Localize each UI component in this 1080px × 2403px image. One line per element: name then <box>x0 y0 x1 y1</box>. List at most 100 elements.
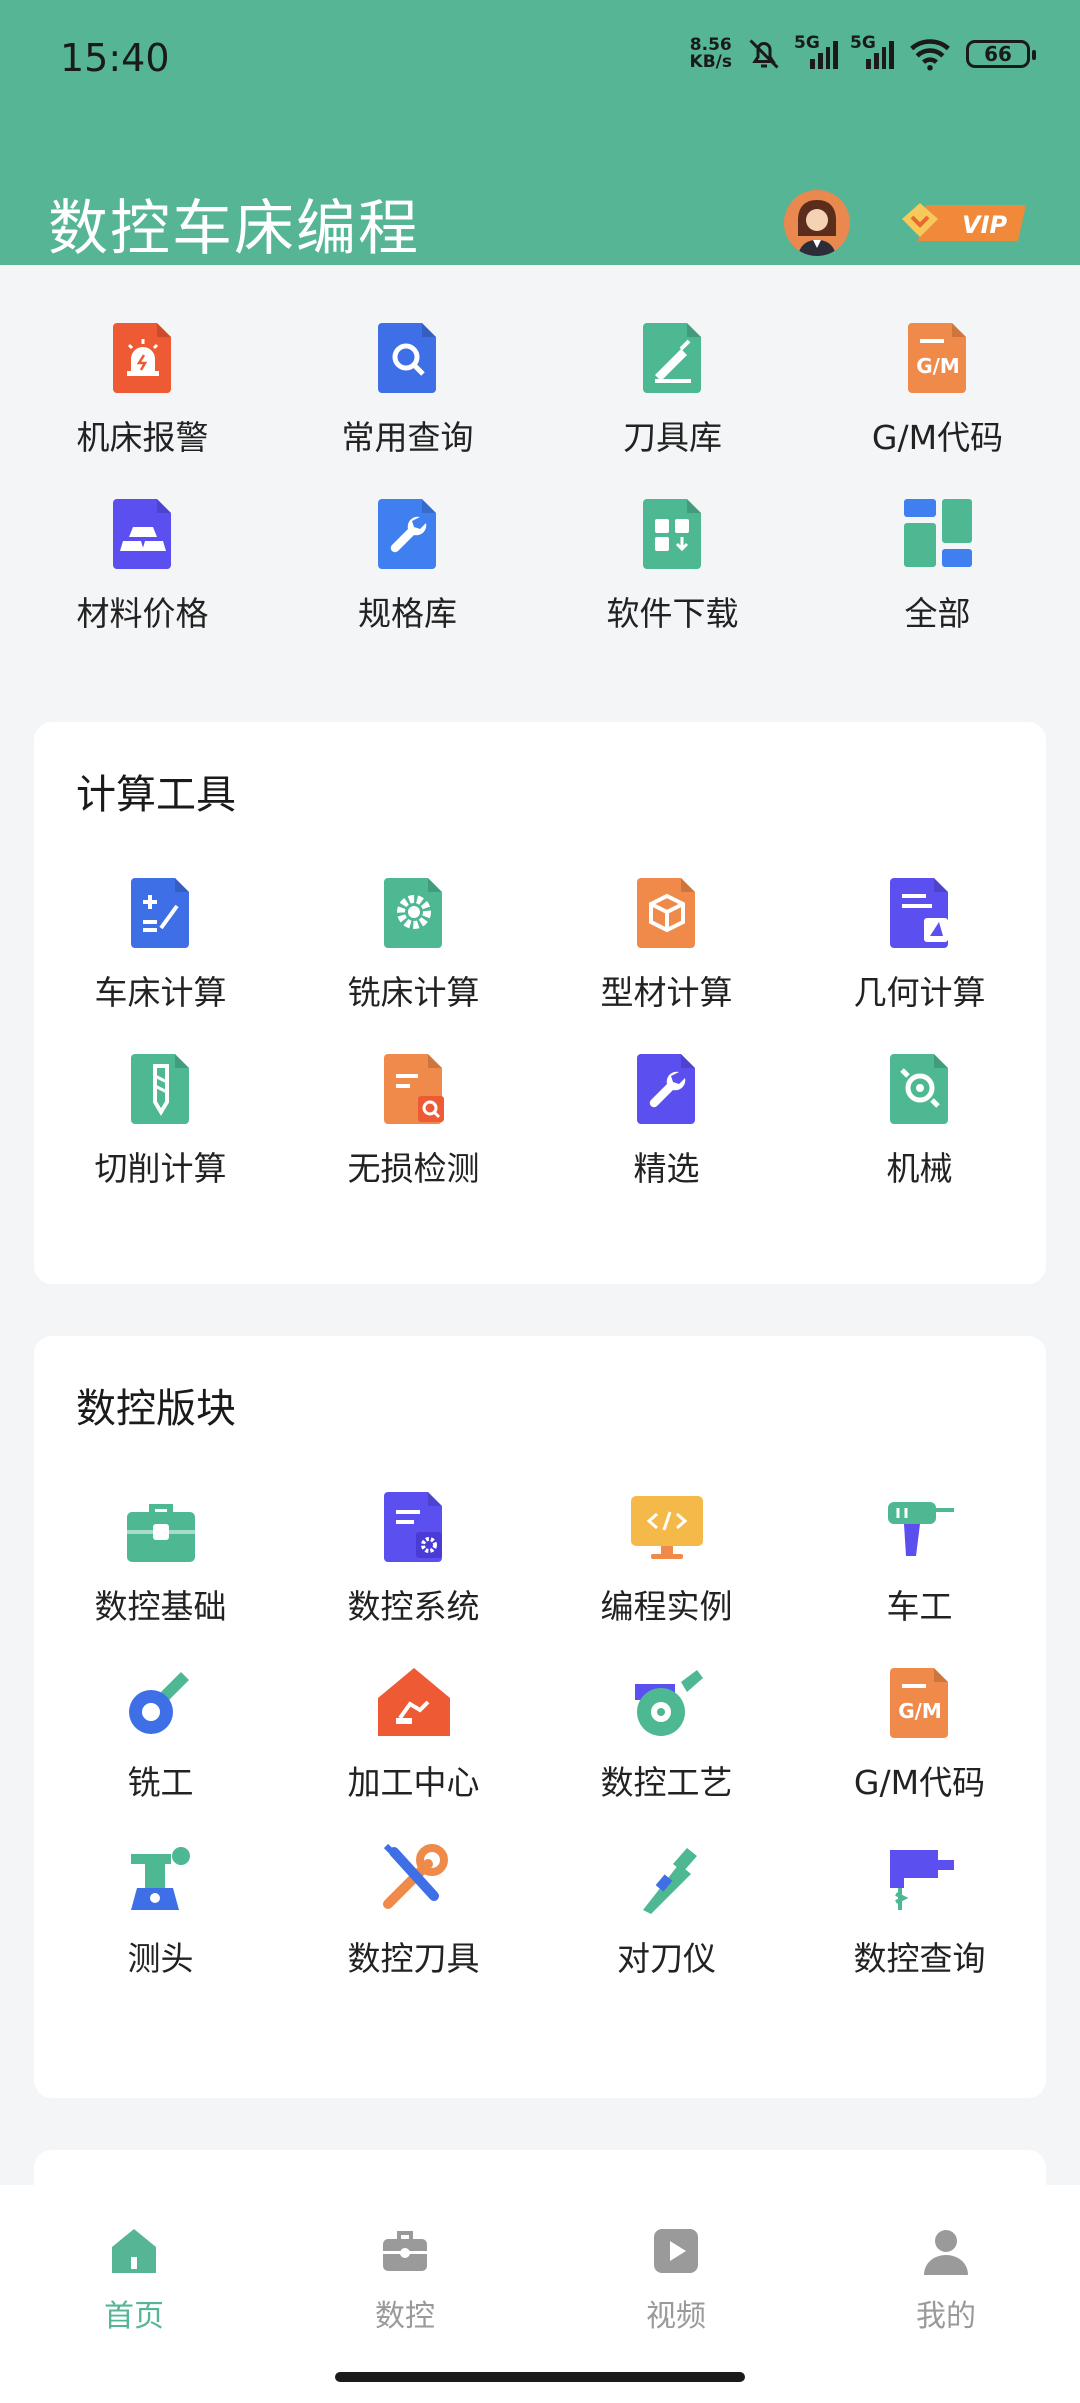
page-title: 数控车床编程 <box>48 194 420 264</box>
tab-2[interactable]: 视频 <box>606 2225 746 2335</box>
factory-icon <box>374 1662 454 1742</box>
alarm-icon <box>103 317 183 397</box>
grid-item-label: 数控工艺 <box>600 1763 733 1802</box>
grid-item-label: 加工中心 <box>347 1763 480 1802</box>
grid-item[interactable]: 切削计算 <box>34 1048 287 1190</box>
cnc-section-card: 数控版块 数控基础 数控系统 编程实例 车工铣工 加工中心 数控工艺 G/M G/M代码测头 数… <box>34 1336 1046 2098</box>
box-icon <box>627 872 707 952</box>
grid-item-label: 机床报警 <box>76 418 209 457</box>
probe-icon <box>121 1838 201 1918</box>
grid-item-label: 常用查询 <box>341 418 474 457</box>
calculator-icon <box>121 872 201 952</box>
gear-icon <box>374 872 454 952</box>
avatar[interactable] <box>784 190 850 256</box>
grid-item[interactable]: 数控查询 <box>793 1838 1046 1980</box>
grid-item[interactable]: 车床计算 <box>34 872 287 1014</box>
grid-item[interactable]: 测头 <box>34 1838 287 1980</box>
grid-item[interactable]: 几何计算 <box>793 872 1046 1014</box>
grid-item[interactable]: 数控基础 <box>34 1486 287 1628</box>
grid-item-label: 几何计算 <box>853 973 986 1012</box>
jigsaw-icon <box>880 1838 960 1918</box>
grid-item-label: 对刀仪 <box>617 1939 716 1978</box>
grid-item-label: 规格库 <box>358 594 457 633</box>
code-monitor-icon <box>627 1486 707 1566</box>
grid-item[interactable]: 加工中心 <box>287 1662 540 1804</box>
gm-code-icon: G/M <box>898 317 978 397</box>
section-title: 数控版块 <box>76 1386 236 1432</box>
toolbox-icon <box>121 1486 201 1566</box>
grid-item-label: 数控系统 <box>347 1587 480 1626</box>
grid-item[interactable]: 数控工艺 <box>540 1662 793 1804</box>
home-icon <box>108 2225 160 2281</box>
status-icons: 8.56 KB/s 5G 5G 66 <box>689 33 1036 72</box>
grid-item[interactable]: 软件下载 <box>540 493 805 635</box>
tab-label: 数控 <box>375 2299 435 2334</box>
grid-item-label: 刀具库 <box>623 418 722 457</box>
knife-icon <box>633 317 713 397</box>
tab-3[interactable]: 我的 <box>876 2225 1016 2335</box>
tab-0[interactable]: 首页 <box>64 2225 204 2335</box>
grid-item[interactable]: 全部 <box>805 493 1070 635</box>
grid-item[interactable]: 刀具库 <box>540 317 805 459</box>
grid-item[interactable]: 材料价格 <box>10 493 275 635</box>
tab-label: 首页 <box>104 2299 164 2334</box>
grid-item-label: 铣工 <box>127 1763 194 1802</box>
grid-item[interactable]: 对刀仪 <box>540 1838 793 1980</box>
drill-gun-icon <box>880 1486 960 1566</box>
network-speed: 8.56 KB/s <box>689 35 732 72</box>
grid-item[interactable]: G/M G/M代码 <box>793 1662 1046 1804</box>
grid-item-label: 测头 <box>127 1939 194 1978</box>
grid-item-label: 车床计算 <box>94 973 227 1012</box>
grid-item-label: 数控刀具 <box>347 1939 480 1978</box>
grid-item[interactable]: 机床报警 <box>10 317 275 459</box>
tab-label: 我的 <box>916 2299 976 2334</box>
grid-item[interactable]: 铣床计算 <box>287 872 540 1014</box>
tab-label: 视频 <box>646 2299 706 2334</box>
svg-text:VIP: VIP <box>962 211 1008 239</box>
grid-item[interactable]: 规格库 <box>275 493 540 635</box>
wrench-icon <box>368 493 448 573</box>
tab-1[interactable]: 数控 <box>335 2225 475 2335</box>
gold-bars-icon <box>103 493 183 573</box>
grid-item-label: 车工 <box>886 1587 953 1626</box>
download-icon <box>633 493 713 573</box>
geometry-icon <box>880 872 960 952</box>
search-doc-icon <box>368 317 448 397</box>
grid-item[interactable]: 车工 <box>793 1486 1046 1628</box>
all-grid-icon <box>898 493 978 573</box>
saw-icon <box>627 1662 707 1742</box>
video-icon <box>650 2225 702 2281</box>
toolbox-icon <box>379 2225 431 2281</box>
grid-item[interactable]: 编程实例 <box>540 1486 793 1628</box>
grid-item-label: 数控基础 <box>94 1587 227 1626</box>
grid-item-label: 编程实例 <box>600 1587 733 1626</box>
vip-badge[interactable]: VIP <box>896 195 1032 251</box>
grid-item-label: 全部 <box>904 594 971 633</box>
grinder-icon <box>121 1662 201 1742</box>
grid-item[interactable]: 机械 <box>793 1048 1046 1190</box>
grid-item[interactable]: G/M G/M代码 <box>805 317 1070 459</box>
tools-cross-icon <box>374 1838 454 1918</box>
wifi-icon <box>910 39 950 71</box>
quick-menu: 机床报警 常用查询 刀具库 G/M G/M代码材料价格 规格库 软件下载 全部 <box>0 265 1080 685</box>
grid-item-label: 无损检测 <box>347 1149 480 1188</box>
system-doc-icon <box>374 1486 454 1566</box>
tool-setter-icon <box>627 1838 707 1918</box>
grid-item[interactable]: 型材计算 <box>540 872 793 1014</box>
grid-item-label: 精选 <box>633 1149 700 1188</box>
status-bar: 15:40 8.56 KB/s 5G 5G 66 <box>0 0 1080 120</box>
user-icon <box>920 2225 972 2281</box>
grid-item[interactable]: 常用查询 <box>275 317 540 459</box>
grid-item-label: 型材计算 <box>600 973 733 1012</box>
grid-item-label: 软件下载 <box>606 594 739 633</box>
grid-item[interactable]: 数控刀具 <box>287 1838 540 1980</box>
grid-item[interactable]: 数控系统 <box>287 1486 540 1628</box>
grid-item[interactable]: 精选 <box>540 1048 793 1190</box>
grid-item-label: G/M代码 <box>871 418 1004 457</box>
home-indicator[interactable] <box>335 2372 745 2382</box>
status-time: 15:40 <box>60 36 170 80</box>
grid-item[interactable]: 无损检测 <box>287 1048 540 1190</box>
grid-item-label: 铣床计算 <box>347 973 480 1012</box>
grid-item[interactable]: 铣工 <box>34 1662 287 1804</box>
signal-icon: 5G <box>794 33 838 69</box>
